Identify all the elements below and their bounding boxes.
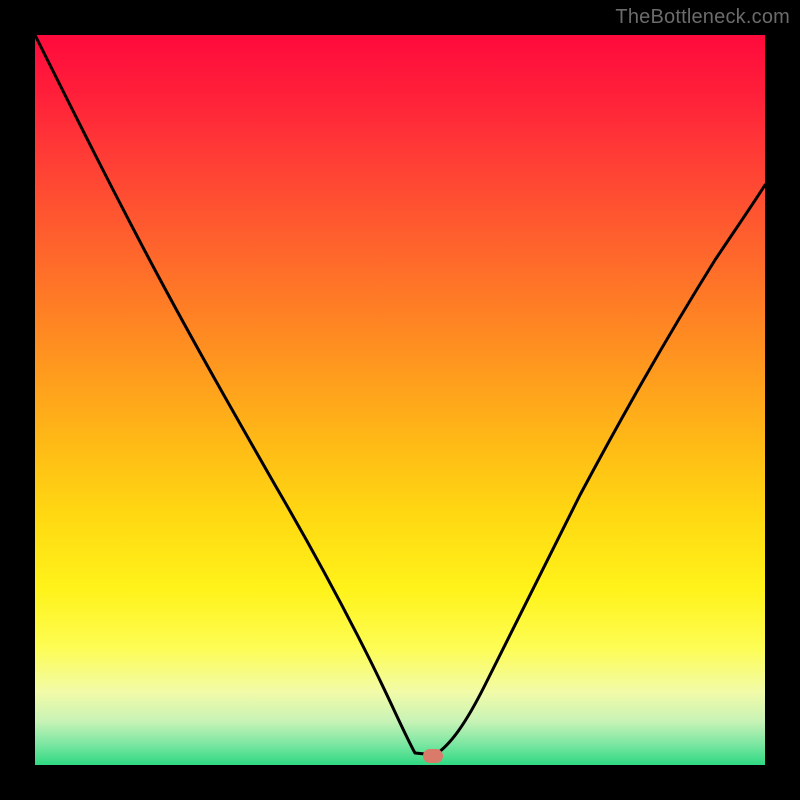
watermark-text: TheBottleneck.com (615, 6, 790, 29)
chart-frame: TheBottleneck.com (0, 0, 800, 800)
bottleneck-curve (35, 35, 765, 755)
optimal-point-marker (423, 749, 443, 763)
plot-area (35, 35, 765, 765)
chart-svg (35, 35, 765, 765)
